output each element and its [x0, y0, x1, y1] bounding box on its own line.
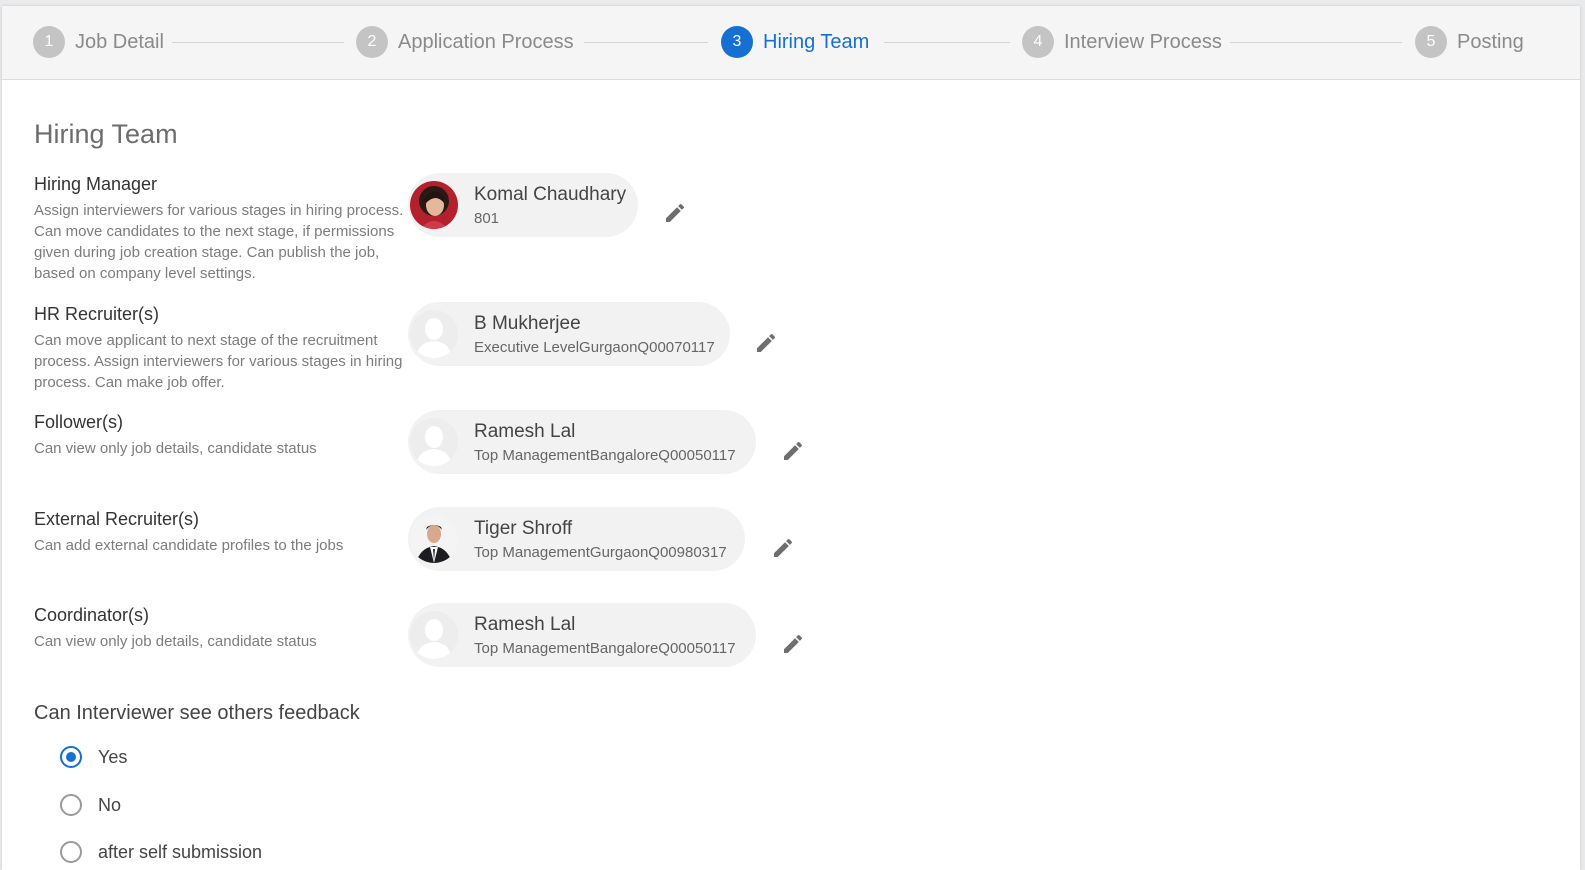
member-detail: 801: [474, 209, 500, 227]
member-chip: Komal Chaudhary 801: [408, 173, 638, 237]
avatar: [410, 515, 458, 563]
step-application-process[interactable]: 2 Application Process: [356, 26, 574, 58]
role-description: Can move applicant to next stage of the …: [34, 332, 403, 391]
member-detail: Top ManagementBangaloreQ00050117: [474, 446, 736, 464]
step-label: Job Detail: [75, 30, 164, 53]
role-coordinator: Coordinator(s) Can view only job details…: [34, 605, 409, 652]
step-hiring-team[interactable]: 3 Hiring Team: [721, 26, 869, 58]
step-posting[interactable]: 5 Posting: [1415, 26, 1524, 58]
step-label: Interview Process: [1064, 30, 1222, 53]
radio-option-yes[interactable]: Yes: [60, 746, 127, 768]
user-placeholder-icon: [410, 611, 458, 659]
radio-option-no[interactable]: No: [60, 794, 121, 816]
member-name: Tiger Shroff: [474, 517, 573, 539]
step-connector: [172, 42, 344, 43]
radio-button[interactable]: [60, 841, 82, 863]
step-connector: [1230, 42, 1402, 43]
member-detail: Top ManagementGurgaonQ00980317: [474, 543, 727, 561]
member-detail: Executive LevelGurgaonQ00070117: [474, 338, 715, 356]
edit-pencil-icon[interactable]: [663, 201, 687, 225]
step-label: Hiring Team: [763, 30, 870, 53]
step-number: 5: [1415, 26, 1447, 58]
avatar: [410, 611, 458, 659]
avatar: [410, 181, 458, 229]
page-title: Hiring Team: [34, 119, 178, 149]
edit-pencil-icon[interactable]: [771, 536, 795, 560]
radio-label: after self submission: [98, 841, 263, 862]
radio-label: Yes: [98, 746, 128, 767]
step-number: 1: [33, 26, 65, 58]
radio-button[interactable]: [60, 746, 82, 768]
role-description: Can view only job details, candidate sta…: [34, 440, 317, 457]
avatar: [410, 418, 458, 466]
edit-pencil-icon[interactable]: [754, 331, 778, 355]
avatar-photo-icon: [410, 515, 458, 563]
member-chip: B Mukherjee Executive LevelGurgaonQ00070…: [408, 302, 730, 366]
step-connector: [884, 42, 1010, 43]
role-description: Can add external candidate profiles to t…: [34, 537, 344, 554]
radio-option-after-self-submission[interactable]: after self submission: [60, 841, 262, 863]
role-name: Follower(s): [34, 412, 124, 432]
role-name: Hiring Manager: [34, 174, 158, 194]
wizard-stepper: 1 Job Detail 2 Application Process 3 Hir…: [2, 6, 1580, 80]
role-description: Can view only job details, candidate sta…: [34, 633, 317, 650]
edit-pencil-icon[interactable]: [781, 632, 805, 656]
step-label: Application Process: [398, 30, 574, 53]
member-chip: Ramesh Lal Top ManagementBangaloreQ00050…: [408, 410, 756, 474]
edit-pencil-icon[interactable]: [781, 439, 805, 463]
member-name: Ramesh Lal: [474, 613, 576, 635]
role-description: Assign interviewers for various stages i…: [34, 202, 404, 282]
member-name: Ramesh Lal: [474, 420, 576, 442]
step-number: 4: [1022, 26, 1054, 58]
role-external-recruiter: External Recruiter(s) Can add external c…: [34, 509, 409, 556]
avatar: [410, 310, 458, 358]
member-chip: Tiger Shroff Top ManagementGurgaonQ00980…: [408, 507, 745, 571]
radio-label: No: [98, 794, 122, 815]
user-placeholder-icon: [410, 310, 458, 358]
avatar-photo-icon: [410, 181, 458, 229]
member-detail: Top ManagementBangaloreQ00050117: [474, 639, 736, 657]
step-label: Posting: [1457, 30, 1524, 53]
step-number: 3: [721, 26, 753, 58]
role-name: External Recruiter(s): [34, 509, 200, 529]
job-wizard: 1 Job Detail 2 Application Process 3 Hir…: [2, 6, 1580, 870]
step-number: 2: [356, 26, 388, 58]
step-job-detail[interactable]: 1 Job Detail: [33, 26, 164, 58]
role-follower: Follower(s) Can view only job details, c…: [34, 412, 409, 459]
role-hr-recruiter: HR Recruiter(s) Can move applicant to ne…: [34, 304, 409, 393]
step-interview-process[interactable]: 4 Interview Process: [1022, 26, 1222, 58]
user-placeholder-icon: [410, 418, 458, 466]
feedback-question: Can Interviewer see others feedback: [34, 702, 360, 724]
radio-button[interactable]: [60, 794, 82, 816]
member-name: Komal Chaudhary: [474, 183, 627, 205]
member-name: B Mukherjee: [474, 312, 581, 334]
role-hiring-manager: Hiring Manager Assign interviewers for v…: [34, 174, 409, 284]
role-name: HR Recruiter(s): [34, 304, 160, 324]
role-name: Coordinator(s): [34, 605, 150, 625]
step-connector: [584, 42, 708, 43]
member-chip: Ramesh Lal Top ManagementBangaloreQ00050…: [408, 603, 756, 667]
